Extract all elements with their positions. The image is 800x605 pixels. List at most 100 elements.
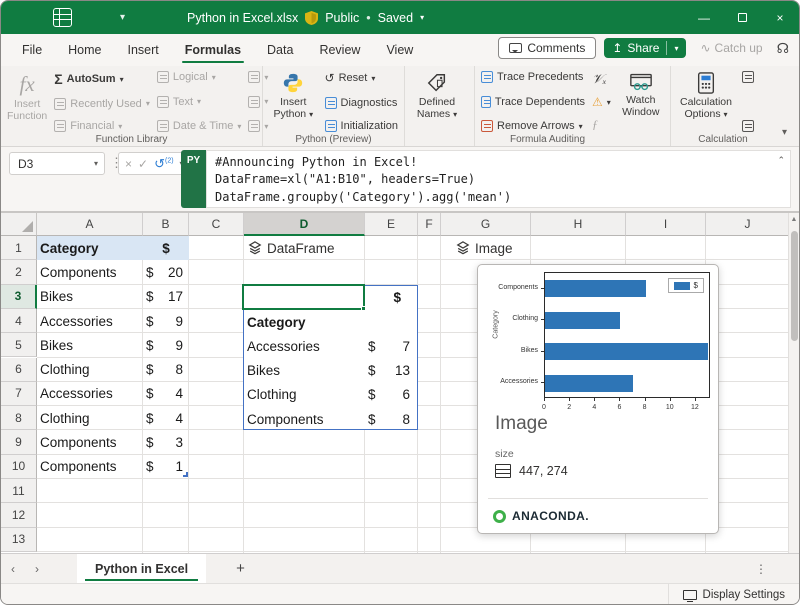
reset-button[interactable]: ↺Reset▾ xyxy=(325,71,398,85)
vertical-scrollbar[interactable]: ▲ ▼ xyxy=(788,213,799,568)
cell-b9[interactable]: $3 xyxy=(143,430,189,454)
people-icon[interactable]: ☊ xyxy=(777,40,789,57)
financial-button[interactable]: Financial▾ xyxy=(54,120,150,132)
display-settings-button[interactable]: Display Settings xyxy=(668,584,799,605)
initialization-button[interactable]: Initialization xyxy=(325,120,398,132)
defined-names-button[interactable]: Defined Names ▾ xyxy=(411,70,463,120)
cell-b8[interactable]: $4 xyxy=(143,406,189,430)
name-box-chevron-icon[interactable]: ▾ xyxy=(94,159,98,168)
row-header-11[interactable]: 11 xyxy=(1,479,37,503)
show-formulas-button[interactable]: 𝒱ₓ xyxy=(592,71,611,87)
save-status-chevron-icon[interactable]: ▾ xyxy=(420,13,424,22)
row-header-7[interactable]: 7 xyxy=(1,382,37,406)
cell-b3[interactable]: $17 xyxy=(143,285,189,309)
cell-a8[interactable]: Clothing xyxy=(37,406,143,430)
row-header-2[interactable]: 2 xyxy=(1,260,37,284)
insert-function-button[interactable]: fx Insert Function xyxy=(7,70,47,122)
cell-b6[interactable]: $8 xyxy=(143,358,189,382)
sheet-tab-python-in-excel[interactable]: Python in Excel xyxy=(77,554,206,583)
cell-b7[interactable]: $4 xyxy=(143,382,189,406)
row-header-8[interactable]: 8 xyxy=(1,406,37,430)
recently-used-button[interactable]: Recently Used▾ xyxy=(54,98,150,110)
row-header-4[interactable]: 4 xyxy=(1,309,37,333)
python-sync-icon[interactable]: ↺(2) xyxy=(154,156,173,172)
error-checking-button[interactable]: ⚠▾ xyxy=(592,95,611,109)
logical-button[interactable]: Logical▾ xyxy=(157,71,242,83)
insert-python-button[interactable]: Insert Python ▾ xyxy=(269,70,318,120)
column-header-E[interactable]: E xyxy=(365,213,418,236)
formula-input[interactable]: #Announcing Python in Excel! DataFrame=x… xyxy=(206,150,791,208)
cell-b1[interactable]: $ xyxy=(143,236,189,260)
cell-a2[interactable]: Components xyxy=(37,260,143,284)
image-object-chip[interactable]: Image xyxy=(456,239,513,257)
select-all-corner[interactable] xyxy=(1,213,37,236)
collapse-formula-bar-icon[interactable]: ⌃ xyxy=(777,155,785,166)
trace-precedents-button[interactable]: Trace Precedents xyxy=(481,71,585,83)
cell-b5[interactable]: $9 xyxy=(143,333,189,357)
row-header-12[interactable]: 12 xyxy=(1,503,37,527)
autosum-button[interactable]: ΣAutoSum▾ xyxy=(54,71,150,87)
watch-window-button[interactable]: Watch Window xyxy=(618,70,664,118)
share-button[interactable]: ↥ Share ▾ xyxy=(604,38,686,58)
tab-file[interactable]: File xyxy=(9,34,55,66)
calculate-now-button[interactable] xyxy=(742,71,754,83)
quick-access-chevron-icon[interactable]: ▾ xyxy=(120,12,125,23)
tab-insert[interactable]: Insert xyxy=(115,34,172,66)
text-button[interactable]: Text▾ xyxy=(157,96,242,108)
confirm-entry-icon[interactable]: ✓ xyxy=(138,157,148,171)
cell-b4[interactable]: $9 xyxy=(143,309,189,333)
selected-cell-d3[interactable] xyxy=(242,284,365,310)
row-header-1[interactable]: 1 xyxy=(1,236,37,260)
calculation-options-button[interactable]: Calculation Options ▾ xyxy=(677,70,735,120)
tab-formulas[interactable]: Formulas xyxy=(172,34,254,66)
column-header-J[interactable]: J xyxy=(706,213,790,236)
scrollbar-thumb[interactable] xyxy=(791,231,798,341)
fill-handle[interactable] xyxy=(361,306,366,311)
cell-a9[interactable]: Components xyxy=(37,430,143,454)
cell-a7[interactable]: Accessories xyxy=(37,382,143,406)
column-header-F[interactable]: F xyxy=(418,213,441,236)
row-header-13[interactable]: 13 xyxy=(1,528,37,552)
column-header-G[interactable]: G xyxy=(441,213,531,236)
collapse-ribbon-chevron-icon[interactable]: ▾ xyxy=(782,127,787,138)
tab-home[interactable]: Home xyxy=(55,34,114,66)
row-header-6[interactable]: 6 xyxy=(1,358,37,382)
name-box[interactable]: D3 ▾ xyxy=(9,152,105,175)
row-header-9[interactable]: 9 xyxy=(1,430,37,454)
cell-a5[interactable]: Bikes xyxy=(37,333,143,357)
column-header-C[interactable]: C xyxy=(189,213,244,236)
trace-dependents-button[interactable]: Trace Dependents xyxy=(481,96,585,108)
close-button[interactable]: × xyxy=(761,11,799,25)
remove-arrows-button[interactable]: Remove Arrows▾ xyxy=(481,120,585,132)
calculate-sheet-button[interactable] xyxy=(742,120,754,132)
date-time-button[interactable]: Date & Time▾ xyxy=(157,120,242,132)
row-header-3[interactable]: 3 xyxy=(1,285,37,309)
row-header-10[interactable]: 10 xyxy=(1,455,37,479)
tab-data[interactable]: Data xyxy=(254,34,306,66)
cell-a3[interactable]: Bikes xyxy=(37,285,143,309)
column-header-D[interactable]: D xyxy=(244,213,365,236)
column-header-I[interactable]: I xyxy=(626,213,706,236)
comments-button[interactable]: Comments xyxy=(498,37,596,59)
column-header-A[interactable]: A xyxy=(37,213,143,236)
row-header-5[interactable]: 5 xyxy=(1,333,37,357)
scroll-up-icon[interactable]: ▲ xyxy=(789,216,799,223)
tab-view[interactable]: View xyxy=(373,34,426,66)
cell-a10[interactable]: Components xyxy=(37,455,143,479)
maximize-button[interactable] xyxy=(723,11,761,25)
cancel-entry-icon[interactable]: × xyxy=(125,157,132,171)
sheet-prev-icon[interactable]: ‹ xyxy=(1,562,25,576)
dataframe-object-chip[interactable]: DataFrame xyxy=(248,239,335,257)
minimize-button[interactable]: — xyxy=(685,11,723,25)
evaluate-formula-button[interactable]: ƒ xyxy=(592,117,611,132)
column-header-H[interactable]: H xyxy=(531,213,626,236)
image-preview-card[interactable]: $ ComponentsClothingBikesAccessories Cat… xyxy=(477,264,719,534)
cell-a4[interactable]: Accessories xyxy=(37,309,143,333)
tab-review[interactable]: Review xyxy=(306,34,373,66)
share-chevron-icon[interactable]: ▾ xyxy=(674,44,678,53)
catch-up-button[interactable]: ∿ Catch up xyxy=(694,38,768,58)
sheet-next-icon[interactable]: › xyxy=(25,562,49,576)
add-sheet-button[interactable]: + xyxy=(236,560,245,577)
cell-a1[interactable]: Category xyxy=(37,236,143,260)
document-title-group[interactable]: Python in Excel.xlsx Public • Saved ▾ xyxy=(187,11,424,25)
